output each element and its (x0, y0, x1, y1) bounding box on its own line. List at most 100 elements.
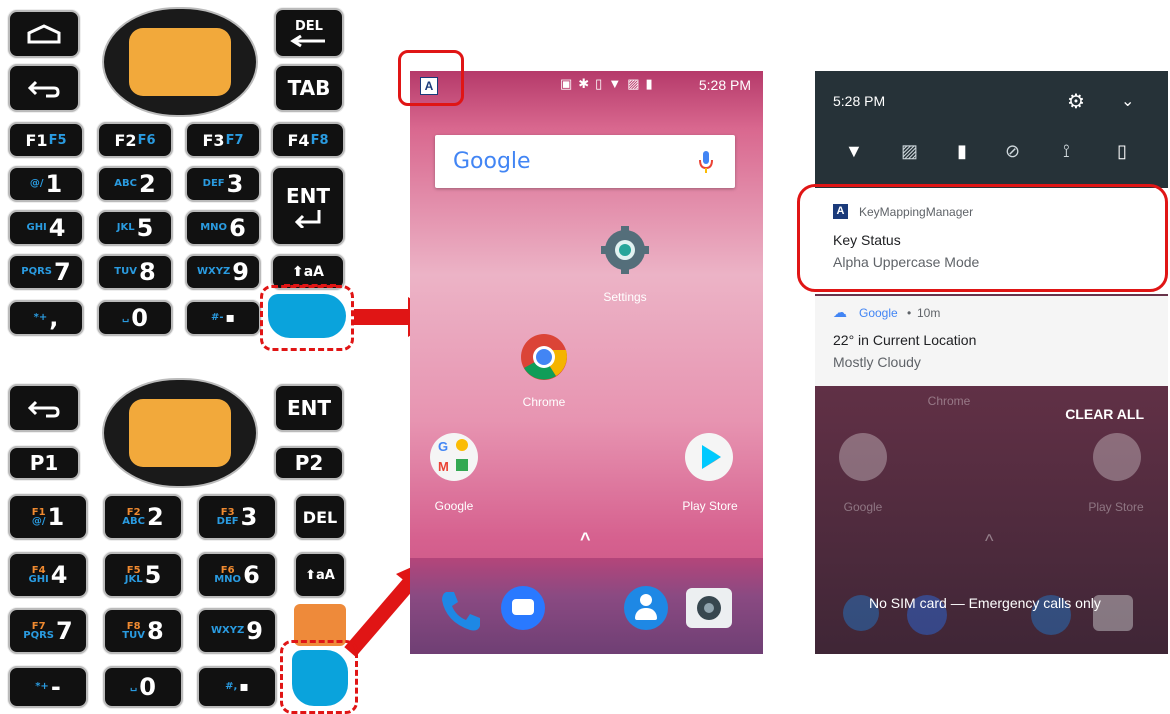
shift-arrow-icon: ⬆ (291, 264, 304, 280)
key-b5[interactable]: F5 JKL 5 (103, 552, 183, 598)
no-sim-icon[interactable]: ▨ (901, 141, 918, 162)
f3-key[interactable]: F3 F7 (185, 122, 261, 158)
chevron-down-icon[interactable]: ⌄ (1121, 91, 1134, 111)
key-8-digit: 8 (138, 258, 156, 286)
cloud-icon: ☁ (833, 304, 847, 320)
p1-key[interactable]: P1 (8, 446, 80, 480)
key-4[interactable]: GHI 4 (8, 210, 84, 246)
shift-arrow-icon: ⬆ (305, 567, 317, 583)
scan-trigger-key[interactable] (129, 28, 231, 96)
shift-key-2[interactable]: ⬆ aA (294, 552, 346, 598)
key-b7[interactable]: F7 PQRS 7 (8, 608, 88, 654)
f4-label: F4 (287, 130, 310, 150)
settings-app[interactable]: Settings (575, 226, 675, 306)
key-2-digit: 2 (139, 170, 156, 198)
key-5[interactable]: JKL 5 (97, 210, 173, 246)
key-6[interactable]: MNO 6 (185, 210, 261, 246)
key-b4-sub: GHI (28, 574, 49, 585)
quick-settings-icons: ▼ ▨ ▮ ⊘ ⟟ ▯ (815, 141, 1168, 167)
key-b3[interactable]: F3 DEF 3 (197, 494, 277, 540)
scan-trigger-key-2[interactable] (129, 399, 231, 467)
key-b2-stack: F2 ABC (122, 508, 145, 527)
f1-key[interactable]: F1 F5 (8, 122, 84, 158)
back-key-2[interactable] (8, 384, 80, 432)
key-9[interactable]: WXYZ 9 (185, 254, 261, 290)
camera-icon[interactable] (686, 588, 732, 628)
key-b6-sub: MNO (214, 574, 242, 585)
weather-text: Mostly Cloudy (833, 354, 921, 370)
f4-key[interactable]: F4 F8 (271, 122, 345, 158)
key-b2[interactable]: F2 ABC 2 (103, 494, 183, 540)
key-hash-dot[interactable]: #- ▪ (185, 300, 261, 336)
key-hash-sub: #- (210, 312, 224, 323)
google-search-bar[interactable]: Google (435, 135, 735, 188)
contacts-icon[interactable] (624, 586, 668, 630)
battery-icon[interactable]: ▮ (957, 141, 967, 162)
key-0[interactable]: ␣ 0 (97, 300, 173, 336)
key-b-hash[interactable]: #, ▪ (197, 666, 277, 708)
notification-weather[interactable]: ☁ Google • 10m 22° in Current Location M… (815, 296, 1168, 386)
key-b8-digit: 8 (146, 617, 164, 645)
key-star-sub: *+ (33, 312, 48, 323)
wifi-icon[interactable]: ▼ (845, 141, 863, 162)
app-drawer-arrow-icon[interactable]: ^ (580, 529, 591, 550)
p1-label: P1 (29, 451, 59, 475)
del-key[interactable]: DEL (274, 8, 344, 58)
del-key-2[interactable]: DEL (294, 494, 346, 540)
del-label: DEL (295, 18, 323, 34)
home-key[interactable] (8, 10, 80, 58)
key-2[interactable]: ABC 2 (97, 166, 173, 202)
highlight-blue-key-bottom (280, 640, 358, 714)
backspace-arrow-icon (290, 34, 325, 47)
gear-icon[interactable]: ⚙ (1067, 89, 1085, 114)
chrome-icon (521, 334, 567, 380)
scan-dpad[interactable] (102, 7, 258, 117)
chrome-app[interactable]: Chrome (494, 333, 594, 413)
ent-key-2[interactable]: ENT (274, 384, 344, 432)
ent-key[interactable]: ENT (271, 166, 345, 246)
key-b8[interactable]: F8 TUV 8 (103, 608, 183, 654)
key-1-sub: @/ (29, 178, 44, 189)
scan-dpad-2[interactable] (102, 378, 258, 488)
clear-all-button[interactable]: CLEAR ALL (1065, 406, 1144, 422)
key-7-digit: 7 (54, 258, 71, 286)
key-b9[interactable]: WXYZ 9 (197, 608, 277, 654)
back-arrow-icon (27, 80, 60, 98)
bg-play-store-label: Play Store (1088, 500, 1144, 514)
google-folder-app[interactable]: G M Google (410, 433, 510, 513)
flashlight-icon[interactable]: ⟟ (1063, 141, 1070, 162)
bg-google-folder-icon (839, 433, 887, 481)
dock (410, 558, 763, 654)
key-5-sub: JKL (116, 222, 135, 233)
play-store-app[interactable]: Play Store (660, 433, 760, 513)
key-7[interactable]: PQRS 7 (8, 254, 84, 290)
key-b4[interactable]: F4 GHI 4 (8, 552, 88, 598)
key-b7-stack: F7 PQRS (23, 622, 54, 641)
key-b5-digit: 5 (144, 561, 162, 589)
key-b0[interactable]: ␣ 0 (103, 666, 183, 708)
key-1[interactable]: @/1 (8, 166, 84, 202)
f3-label: F3 (202, 130, 225, 150)
p2-key[interactable]: P2 (274, 446, 344, 480)
key-8[interactable]: TUV 8 (97, 254, 173, 290)
google-label: Google (434, 499, 474, 513)
tab-key[interactable]: TAB (274, 64, 344, 112)
rotate-icon[interactable]: ▯ (1117, 141, 1127, 162)
phone-icon[interactable] (438, 588, 484, 634)
key-b1-stack: F1 @/ (32, 508, 46, 527)
f6-label: F6 (137, 132, 156, 148)
f2-key[interactable]: F2 F6 (97, 122, 173, 158)
f8-label: F8 (310, 132, 329, 148)
messages-icon[interactable] (501, 586, 545, 630)
back-key[interactable] (8, 64, 80, 112)
key-3[interactable]: DEF 3 (185, 166, 261, 202)
chrome-label: Chrome (522, 395, 566, 409)
do-not-disturb-icon[interactable]: ⊘ (1005, 141, 1020, 162)
key-b4-stack: F4 GHI (28, 566, 49, 585)
key-b-star[interactable]: *+ - (8, 666, 88, 708)
key-b1[interactable]: F1 @/1 (8, 494, 88, 540)
key-star-comma[interactable]: *+, (8, 300, 84, 336)
key-b6[interactable]: F6 MNO 6 (197, 552, 277, 598)
key-8-sub: TUV (114, 266, 137, 277)
mic-icon[interactable] (699, 150, 713, 174)
